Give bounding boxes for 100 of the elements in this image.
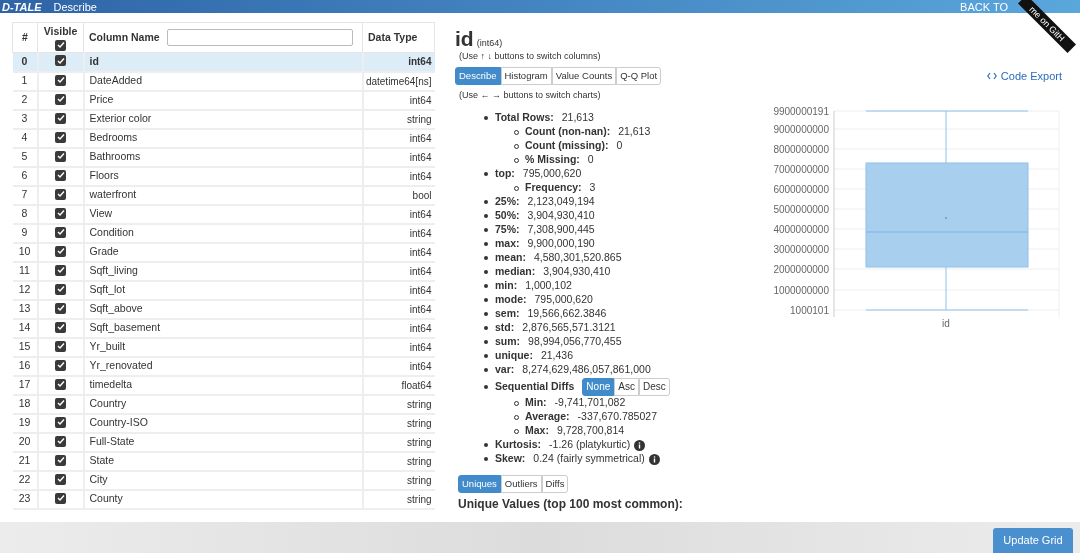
- checkbox[interactable]: [55, 321, 66, 333]
- checkbox[interactable]: [55, 93, 66, 105]
- table-cell[interactable]: 23: [12, 489, 38, 509]
- stat-value: 2,123,049,194: [527, 194, 595, 210]
- stat-label: mean:: [495, 250, 526, 266]
- table-cell[interactable]: 6: [12, 166, 38, 186]
- checkbox[interactable]: [55, 112, 66, 124]
- stat-label: 50%:: [495, 208, 520, 224]
- checkbox[interactable]: [55, 473, 66, 485]
- stat-label: unique:: [495, 348, 533, 364]
- axis-label: 1000000000: [773, 284, 829, 296]
- checkbox[interactable]: [55, 397, 66, 409]
- checkbox[interactable]: [55, 302, 66, 314]
- column-dtype: (int64): [476, 37, 503, 50]
- toggle-button[interactable]: Outliers: [500, 475, 542, 493]
- code-export-link[interactable]: Code Export: [986, 67, 1062, 85]
- toggle-button[interactable]: Desc: [638, 377, 670, 396]
- stat-label: sem:: [495, 306, 520, 322]
- hint-text: (Use ← → buttons to switch charts): [458, 90, 602, 101]
- table-cell[interactable]: 18: [12, 394, 38, 414]
- checkbox[interactable]: [55, 454, 66, 466]
- axis-label: 9000000000: [773, 123, 829, 135]
- axis-label: 3000000000: [773, 243, 829, 255]
- checkbox[interactable]: [55, 416, 66, 428]
- stat-label: median:: [495, 264, 536, 280]
- info-icon[interactable]: [634, 439, 646, 451]
- table-cell[interactable]: 3: [12, 109, 38, 129]
- stat-label: Min:: [525, 395, 547, 411]
- info-icon[interactable]: [648, 453, 660, 465]
- column-header: Visible: [43, 24, 78, 40]
- column-header: #: [12, 22, 38, 53]
- table-cell[interactable]: 5: [12, 147, 38, 167]
- table-cell[interactable]: 17: [12, 375, 38, 395]
- stat-label: std:: [495, 320, 515, 336]
- checkbox[interactable]: [55, 378, 66, 390]
- stat-label: Total Rows:: [495, 110, 554, 126]
- table-cell[interactable]: 2: [12, 90, 38, 110]
- checkbox[interactable]: [55, 245, 66, 257]
- stat-value: 795,000,620: [522, 166, 582, 182]
- table-cell[interactable]: 14: [12, 318, 38, 338]
- toggle-button[interactable]: Value Counts: [551, 67, 617, 85]
- table-cell[interactable]: 20: [12, 432, 38, 452]
- checkbox[interactable]: [55, 435, 66, 447]
- table-cell[interactable]: 22: [12, 470, 38, 490]
- table-cell[interactable]: 19: [12, 413, 38, 433]
- table-cell[interactable]: 4: [12, 128, 38, 148]
- checkbox[interactable]: [55, 264, 66, 276]
- axis-label: 1000101: [790, 304, 829, 316]
- checkbox[interactable]: [55, 169, 66, 181]
- toggle-button[interactable]: Q-Q Plot: [616, 67, 662, 85]
- table-cell[interactable]: 12: [12, 280, 38, 300]
- table-cell[interactable]: 7: [12, 185, 38, 205]
- checkbox[interactable]: [55, 359, 66, 371]
- toggle-button[interactable]: Histogram: [500, 67, 552, 85]
- stat-value: 9,900,000,190: [527, 236, 595, 252]
- column-title: id: [455, 27, 474, 51]
- column-header: Data Type: [362, 22, 435, 53]
- column-header: Column Name: [89, 29, 161, 45]
- table-cell[interactable]: 10: [12, 242, 38, 262]
- stat-value: -1.26 (platykurtic): [549, 437, 631, 453]
- checkbox[interactable]: [55, 207, 66, 219]
- stat-label: 25%:: [495, 194, 520, 210]
- code-icon: [986, 72, 997, 80]
- table-cell[interactable]: 13: [12, 299, 38, 319]
- checkbox[interactable]: [55, 492, 66, 504]
- checkbox[interactable]: [55, 150, 66, 162]
- filter-input-field[interactable]: [167, 29, 353, 46]
- stat-value: 19,566,662.3846: [527, 306, 607, 322]
- table-cell[interactable]: 16: [12, 356, 38, 376]
- axis-label: 6000000000: [773, 183, 829, 195]
- toggle-button[interactable]: Uniques: [458, 475, 501, 493]
- table-cell[interactable]: 8: [12, 204, 38, 224]
- table-cell[interactable]: 9: [12, 223, 38, 243]
- checkbox[interactable]: [55, 131, 66, 143]
- stat-label: mode:: [495, 292, 527, 308]
- axis-label: 9900000191: [773, 105, 829, 117]
- stat-label: top:: [495, 166, 515, 182]
- table-cell[interactable]: 21: [12, 451, 38, 471]
- checkbox[interactable]: [55, 340, 66, 352]
- toggle-button[interactable]: Describe: [455, 67, 501, 85]
- table-cell[interactable]: 1: [12, 71, 38, 91]
- checkbox[interactable]: [55, 39, 66, 51]
- toggle-button[interactable]: None: [582, 377, 615, 396]
- toggle-button[interactable]: Asc: [614, 377, 639, 396]
- table-cell[interactable]: 11: [12, 261, 38, 281]
- page-title: Describe: [53, 0, 97, 13]
- axis-label: id: [942, 318, 950, 329]
- stat-value: 0: [587, 152, 594, 168]
- checkbox[interactable]: [55, 55, 66, 67]
- checkbox[interactable]: [55, 226, 66, 238]
- stat-label: max:: [495, 236, 520, 252]
- stat-value: 3,904,930,410: [543, 264, 611, 280]
- table-cell[interactable]: 15: [12, 337, 38, 357]
- stat-value: 0.24 (fairly symmetrical): [533, 451, 645, 467]
- hint-text: (Use ↑ ↓ buttons to switch columns): [458, 51, 602, 62]
- stat-label: Max:: [525, 423, 549, 439]
- checkbox[interactable]: [55, 188, 66, 200]
- toggle-button[interactable]: Diffs: [541, 475, 569, 493]
- checkbox[interactable]: [55, 74, 66, 86]
- checkbox[interactable]: [55, 283, 66, 295]
